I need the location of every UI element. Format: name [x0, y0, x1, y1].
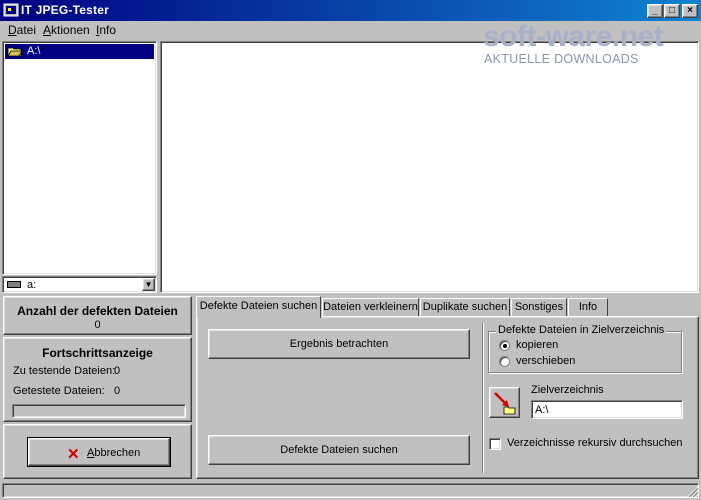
- menu-info[interactable]: Info: [96, 23, 116, 37]
- title-bar[interactable]: IT JPEG-Tester _ □ ×: [0, 0, 701, 21]
- close-button[interactable]: ×: [682, 4, 698, 18]
- tab-info[interactable]: Info: [568, 298, 608, 317]
- group-title: Defekte Dateien in Zielverzeichnis: [496, 324, 667, 336]
- radio-move-label[interactable]: verschieben: [516, 355, 575, 367]
- image-viewer: [160, 41, 699, 293]
- menu-aktionen[interactable]: Aktionen: [43, 23, 90, 37]
- radio-copy[interactable]: [499, 340, 510, 351]
- target-dir-label: Zielverzeichnis: [531, 384, 604, 396]
- minimize-button[interactable]: _: [647, 4, 663, 18]
- radio-move[interactable]: [499, 356, 510, 367]
- close-icon: ×: [687, 5, 693, 16]
- cancel-button-label: Abbrechen: [87, 447, 141, 459]
- tab-panel-defekte-dateien: Ergebnis betrachten Defekte Dateien such…: [196, 316, 699, 479]
- chevron-down-icon[interactable]: ▼: [142, 278, 155, 291]
- view-result-button[interactable]: Ergebnis betrachten: [208, 329, 470, 359]
- tab-sonstiges[interactable]: Sonstiges: [511, 298, 567, 317]
- window-title: IT JPEG-Tester: [21, 3, 109, 17]
- folder-arrow-icon: [494, 392, 516, 415]
- radio-copy-label[interactable]: kopieren: [516, 339, 558, 351]
- target-action-group: Defekte Dateien in Zielverzeichnis kopie…: [488, 324, 682, 373]
- resize-grip-icon[interactable]: [686, 485, 699, 498]
- cancel-panel: ✕ Abbrechen: [3, 424, 192, 479]
- target-dir-input[interactable]: [531, 400, 683, 419]
- vertical-divider: [482, 323, 484, 473]
- tab-defekte-dateien-suchen[interactable]: Defekte Dateien suchen: [196, 296, 321, 318]
- tested-label: Getestete Dateien:: [13, 385, 105, 397]
- to-test-value: 0: [114, 365, 121, 377]
- progress-bar: [12, 404, 186, 418]
- tab-duplikate-suchen[interactable]: Duplikate suchen: [420, 298, 510, 317]
- recursive-label[interactable]: Verzeichnisse rekursiv durchsuchen: [507, 437, 682, 449]
- browse-directory-button[interactable]: [489, 387, 520, 418]
- directory-tree[interactable]: A:\: [2, 41, 157, 275]
- floppy-drive-icon: [7, 281, 21, 288]
- tab-dateien-verkleinern[interactable]: Dateien verkleinern: [322, 298, 419, 317]
- tree-item-root[interactable]: A:\: [5, 44, 154, 59]
- maximize-icon: □: [668, 5, 676, 16]
- app-icon: [3, 3, 19, 17]
- progress-panel: Fortschrittsanzeige Zu testende Dateien:…: [3, 337, 192, 422]
- minimize-icon: _: [652, 5, 658, 16]
- progress-title: Fortschrittsanzeige: [42, 346, 153, 360]
- to-test-label: Zu testende Dateien:: [13, 365, 116, 377]
- menu-bar: Datei Aktionen Info: [0, 21, 701, 40]
- red-x-icon: ✕: [67, 446, 80, 463]
- tested-value: 0: [114, 385, 121, 397]
- tree-item-label: A:\: [27, 45, 41, 57]
- status-bar: [0, 481, 701, 500]
- recursive-checkbox[interactable]: [489, 438, 501, 450]
- drive-select-value: a:: [27, 279, 37, 291]
- status-panel: [2, 483, 699, 498]
- defect-count-value: 0: [94, 319, 101, 331]
- tab-strip: Defekte Dateien suchen Dateien verkleine…: [196, 296, 699, 318]
- cancel-button[interactable]: ✕ Abbrechen: [27, 437, 171, 467]
- open-folder-icon: [7, 47, 23, 57]
- defect-count-title: Anzahl der defekten Dateien: [17, 304, 178, 318]
- menu-datei[interactable]: Datei: [8, 23, 36, 37]
- drive-select[interactable]: a: ▼: [2, 276, 157, 293]
- defect-count-panel: Anzahl der defekten Dateien 0: [3, 296, 192, 335]
- maximize-button[interactable]: □: [664, 4, 680, 18]
- search-defective-button[interactable]: Defekte Dateien suchen: [208, 435, 470, 465]
